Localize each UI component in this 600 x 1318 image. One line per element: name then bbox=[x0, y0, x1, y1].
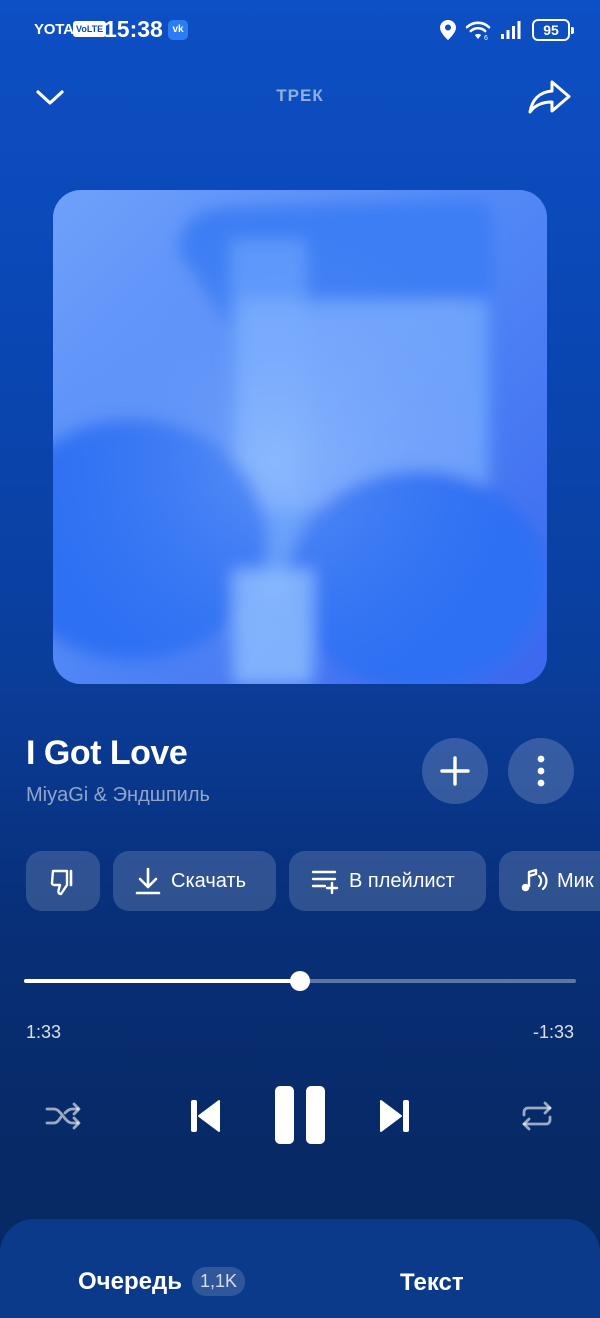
action-chips: Скачать В плейлист Мик bbox=[26, 851, 600, 911]
progress-fill bbox=[24, 979, 300, 983]
add-to-playlist-button[interactable]: В плейлист bbox=[289, 851, 486, 911]
wifi-icon: 6 bbox=[465, 21, 491, 41]
share-icon bbox=[528, 80, 571, 114]
bottom-panel: Очередь 1,1K Текст bbox=[0, 1219, 600, 1318]
music-wave-icon bbox=[521, 868, 548, 892]
plus-icon bbox=[440, 756, 470, 786]
share-button[interactable] bbox=[525, 76, 575, 118]
download-button[interactable]: Скачать bbox=[113, 851, 276, 911]
location-icon bbox=[440, 20, 456, 40]
previous-button[interactable] bbox=[182, 1094, 228, 1138]
download-icon bbox=[135, 867, 161, 895]
volte-badge: VoLTE bbox=[73, 21, 107, 37]
status-time: 15:38 bbox=[104, 16, 163, 42]
status-icons: 6 95 bbox=[440, 18, 574, 42]
queue-count-badge: 1,1K bbox=[191, 1267, 245, 1296]
track-artist[interactable]: MiyaGi & Эндшпиль bbox=[26, 784, 210, 807]
mix-label: Мик bbox=[557, 869, 594, 892]
tab-queue[interactable]: Очередь 1,1K bbox=[78, 1267, 245, 1296]
page-title: ТРЕК bbox=[276, 86, 324, 105]
remaining-time: -1:33 bbox=[532, 1022, 574, 1042]
shuffle-button[interactable] bbox=[40, 1094, 86, 1138]
pause-button[interactable] bbox=[268, 1082, 332, 1148]
previous-icon bbox=[191, 1100, 220, 1132]
lyrics-label: Текст bbox=[400, 1269, 464, 1296]
next-icon bbox=[380, 1100, 409, 1132]
pause-icon bbox=[275, 1086, 325, 1144]
track-title: I Got Love bbox=[26, 734, 188, 772]
dislike-icon bbox=[50, 869, 73, 896]
elapsed-time: 1:33 bbox=[26, 1022, 62, 1042]
progress-bar[interactable] bbox=[24, 971, 576, 991]
add-to-playlist-label: В плейлист bbox=[349, 869, 455, 892]
shuffle-icon bbox=[45, 1102, 81, 1130]
repeat-button[interactable] bbox=[514, 1094, 560, 1138]
more-button[interactable] bbox=[508, 738, 574, 804]
svg-text:6: 6 bbox=[484, 35, 488, 41]
mix-button[interactable]: Мик bbox=[499, 851, 600, 911]
dislike-button[interactable] bbox=[26, 851, 100, 911]
signal-icon bbox=[501, 21, 521, 39]
tab-lyrics[interactable]: Текст bbox=[400, 1269, 464, 1297]
music-note-artwork bbox=[53, 190, 547, 684]
download-label: Скачать bbox=[171, 869, 246, 892]
progress-handle[interactable] bbox=[290, 971, 310, 991]
repeat-icon bbox=[522, 1101, 552, 1131]
queue-label: Очередь bbox=[78, 1267, 182, 1295]
vk-notification-icon: vk bbox=[168, 20, 188, 40]
next-button[interactable] bbox=[372, 1094, 418, 1138]
playlist-add-icon bbox=[311, 870, 339, 894]
battery-icon: 95 bbox=[532, 19, 574, 41]
album-art bbox=[53, 190, 547, 684]
add-button[interactable] bbox=[422, 738, 488, 804]
carrier-label: YOTA bbox=[34, 21, 74, 38]
status-bar: YOTA VoLTE 15:38 vk 6 95 bbox=[0, 0, 600, 60]
more-vertical-icon bbox=[537, 755, 545, 787]
